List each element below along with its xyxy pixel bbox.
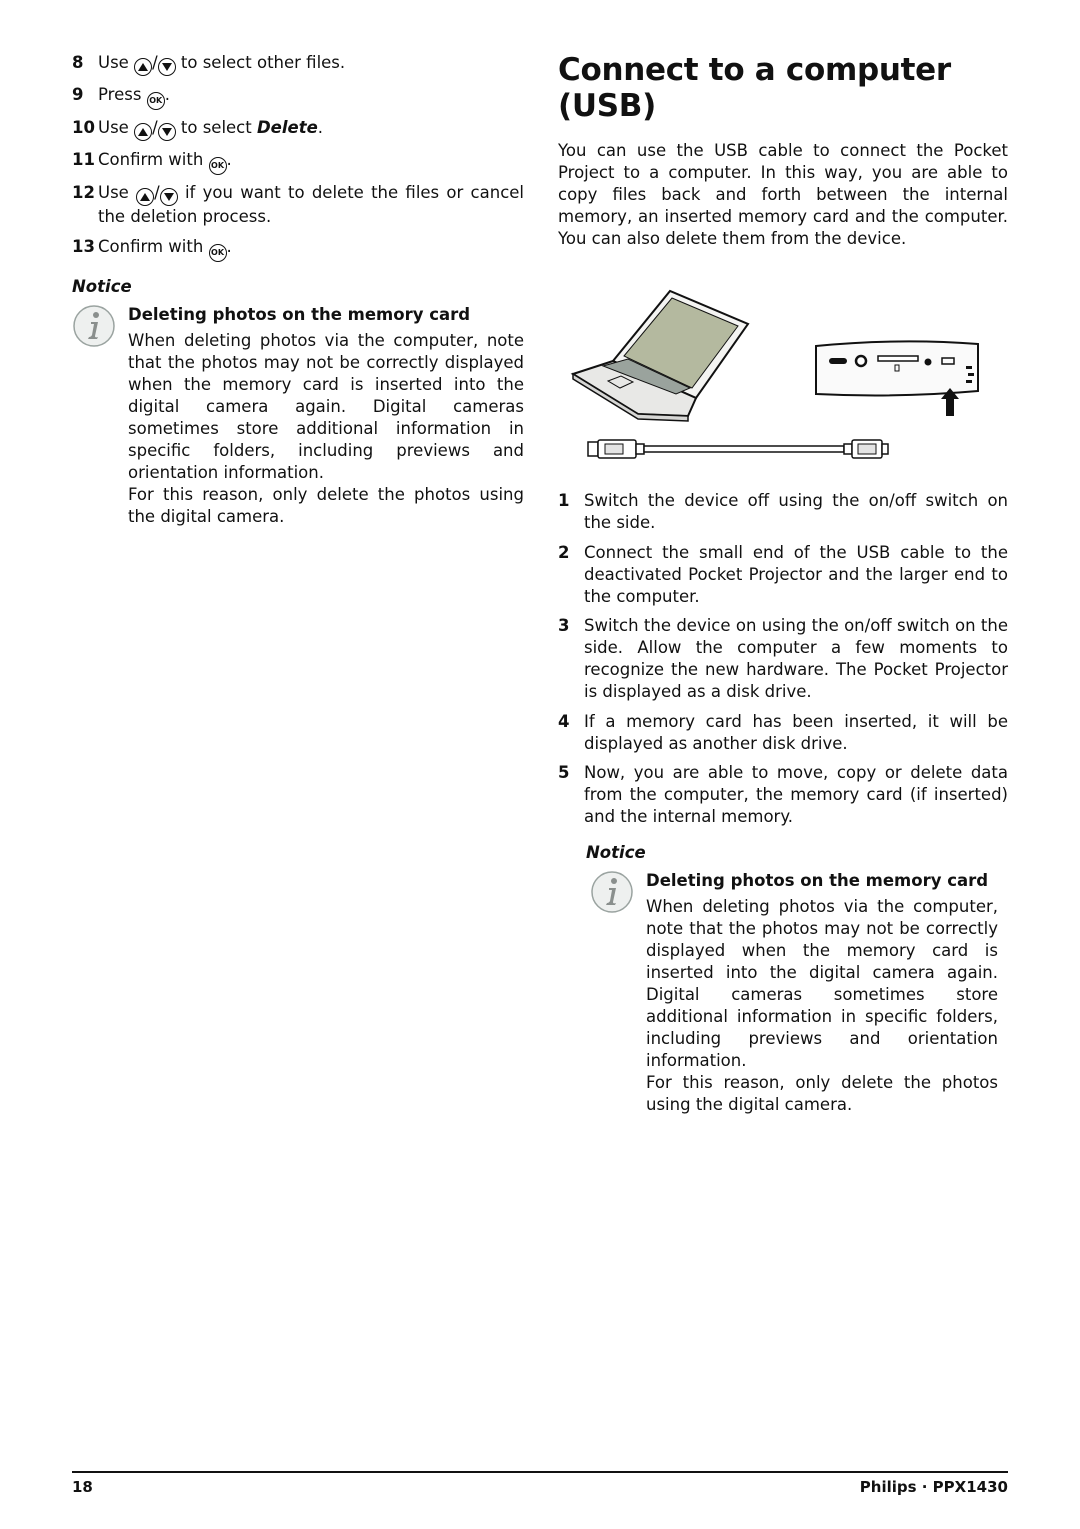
- step-list: 8 Use / to select other files. 9 Press OK. 1…: [72, 52, 524, 262]
- list-item: 5 Now, you are able to move, copy or dele…: [558, 762, 1008, 828]
- step-prefix: Use: [98, 183, 129, 202]
- list-item: 11 Confirm with OK.: [72, 149, 524, 175]
- page-number: 18: [72, 1478, 93, 1496]
- step-suffix: .: [226, 236, 232, 256]
- step-number: 3: [558, 616, 570, 635]
- step-number: 2: [558, 542, 570, 562]
- step-text: Use / if you want to delete the files or…: [98, 183, 525, 226]
- notice-box: Deleting photos on the memory card When …: [590, 870, 998, 1116]
- list-item: 4 If a memory card has been inserted, it …: [558, 711, 1008, 755]
- intro-paragraph: You can use the USB cable to connect the…: [558, 141, 1008, 248]
- notice-text: When deleting photos via the computer, n…: [128, 330, 524, 482]
- step-text: Press OK.: [98, 84, 524, 110]
- step-number: 4: [558, 711, 570, 731]
- info-icon: [72, 304, 128, 347]
- step-text: Use / to select other files.: [98, 52, 524, 76]
- step-text: Now, you are able to move, copy or delet…: [584, 763, 1008, 826]
- step-number: 11: [72, 149, 95, 169]
- step-suffix: .: [226, 149, 232, 169]
- step-prefix: Confirm with: [98, 236, 204, 256]
- step-text: Confirm with OK.: [98, 149, 524, 175]
- step-text: Use / to select Delete.: [98, 117, 524, 141]
- list-item: 8 Use / to select other files.: [72, 52, 524, 76]
- laptop-illustration: [570, 289, 750, 422]
- up-arrow-icon: [140, 193, 151, 201]
- emphasis: Delete: [256, 118, 318, 137]
- ok-button-icon: OK: [146, 91, 165, 110]
- up-button-icon: [134, 58, 153, 76]
- up-button-icon: [136, 188, 155, 206]
- step-number: 13: [72, 236, 95, 256]
- projector-illustration: [815, 340, 979, 416]
- step-text: Switch the device off using the on/off s…: [584, 491, 1008, 532]
- notice-text-2: For this reason, only delete the photos …: [128, 484, 524, 526]
- footer-divider: [72, 1471, 1008, 1473]
- down-button-icon: [157, 58, 176, 76]
- list-item: 12 Use / if you want to delete the files …: [72, 182, 524, 228]
- step-prefix: Use: [98, 118, 129, 137]
- notice-box: Deleting photos on the memory card When …: [72, 304, 524, 528]
- usb-cable-illustration: [587, 439, 889, 459]
- notice-text-2: For this reason, only delete the photos …: [646, 1073, 998, 1114]
- up-button-icon: [134, 123, 153, 141]
- step-number: 10: [72, 118, 95, 137]
- list-item: 1 Switch the device off using the on/off …: [558, 490, 1008, 534]
- step-number: 5: [558, 763, 570, 782]
- step-suffix: to select: [180, 118, 252, 137]
- step-number: 1: [558, 491, 570, 510]
- step-text: Switch the device on using the on/off sw…: [584, 616, 1008, 701]
- down-arrow-icon: [161, 128, 172, 136]
- ok-button-icon: OK: [208, 156, 227, 175]
- step-tail: .: [317, 118, 324, 137]
- notice-text: When deleting photos via the computer, n…: [646, 897, 998, 1070]
- list-item: 2 Connect the small end of the USB cable …: [558, 542, 1008, 608]
- step-prefix: Press: [98, 84, 142, 104]
- info-icon: [590, 870, 646, 913]
- down-arrow-icon: [163, 193, 174, 201]
- notice-label: Notice: [72, 276, 132, 296]
- list-item: 10 Use / to select Delete.: [72, 117, 524, 141]
- step-list: 1 Switch the device off using the on/off …: [558, 490, 1008, 828]
- right-column: Connect to a computer (USB) You can use …: [558, 52, 1008, 1116]
- ok-button-icon: OK: [208, 243, 227, 262]
- step-number: 12: [72, 183, 95, 202]
- product-name: Philips · PPX1430: [859, 1478, 1008, 1496]
- down-arrow-icon: [161, 63, 172, 71]
- notice-heading: Deleting photos on the memory card: [128, 304, 471, 324]
- down-button-icon: [157, 123, 176, 141]
- step-text: Confirm with OK.: [98, 236, 524, 262]
- usb-connection-illustration: [558, 276, 1008, 462]
- step-suffix: to select other files.: [180, 53, 346, 72]
- list-item: 9 Press OK.: [72, 84, 524, 110]
- list-item: 13 Confirm with OK.: [72, 236, 524, 262]
- section-title: Connect to a computer (USB): [558, 52, 951, 124]
- step-text: If a memory card has been inserted, it w…: [584, 711, 1008, 753]
- step-number: 8: [72, 53, 84, 72]
- step-suffix: .: [164, 84, 170, 104]
- notice-label: Notice: [586, 843, 646, 862]
- step-text: Connect the small end of the USB cable t…: [584, 542, 1008, 606]
- up-arrow-icon: [138, 63, 149, 71]
- step-prefix: Use: [98, 53, 129, 72]
- up-arrow-icon: [138, 128, 149, 136]
- down-button-icon: [159, 188, 178, 206]
- step-number: 9: [72, 84, 84, 104]
- list-item: 3 Switch the device on using the on/off s…: [558, 615, 1008, 703]
- step-prefix: Confirm with: [98, 149, 204, 169]
- notice-heading: Deleting photos on the memory card: [646, 871, 989, 890]
- left-column: 8 Use / to select other files. 9 Press OK. 1…: [72, 52, 524, 528]
